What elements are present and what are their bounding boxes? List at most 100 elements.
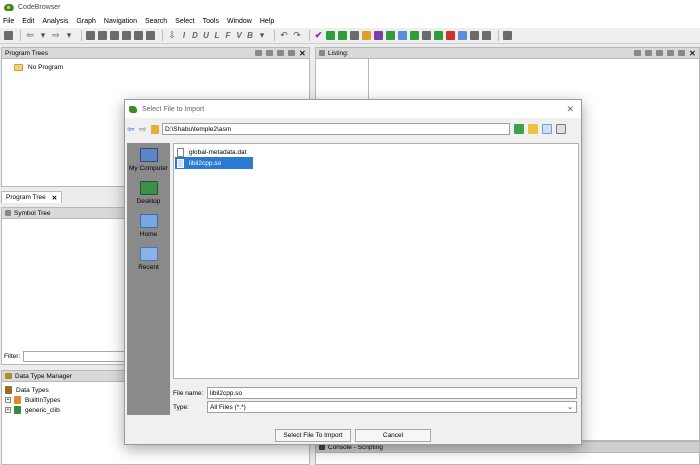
menu-search[interactable]: Search xyxy=(145,18,167,25)
panel-title: Data Type Manager xyxy=(15,372,72,380)
create-tree-icon[interactable] xyxy=(255,50,262,56)
archive-icon xyxy=(14,396,21,404)
menu-analysis[interactable]: Analysis xyxy=(42,18,68,25)
snapshot-icon[interactable] xyxy=(667,50,674,56)
navigate-bookmark-icon[interactable] xyxy=(146,31,155,40)
place-label: My Computer xyxy=(128,165,168,172)
bookmark-glyph-icon[interactable]: B xyxy=(246,31,254,40)
options-icon[interactable] xyxy=(503,31,512,40)
redo-icon[interactable]: ↷ xyxy=(292,31,302,40)
filter-label: Filter: xyxy=(4,353,21,360)
new-folder-icon[interactable] xyxy=(528,124,538,134)
undefined-glyph-icon[interactable]: U xyxy=(202,31,210,40)
toolbar-separator xyxy=(274,30,275,41)
snapshot-icon[interactable] xyxy=(277,50,284,56)
bookmarks-icon[interactable] xyxy=(362,31,371,40)
place-recent[interactable]: Recent xyxy=(127,247,170,271)
function-call-graph-icon[interactable] xyxy=(386,31,395,40)
window-title: CodeBrowser xyxy=(18,4,61,11)
panel-menu-icon[interactable] xyxy=(678,50,685,56)
menu-edit[interactable]: Edit xyxy=(22,18,34,25)
chevron-down-icon[interactable]: ▾ xyxy=(38,31,48,40)
back-icon[interactable]: ⇦ xyxy=(25,31,35,40)
menu-help[interactable]: Help xyxy=(260,18,274,25)
place-home[interactable]: Home xyxy=(127,214,170,238)
tree-item-builtintypes[interactable]: + BuiltInTypes xyxy=(5,396,60,404)
file-name-input[interactable]: libil2cpp.so xyxy=(207,387,577,399)
panel-menu-icon[interactable] xyxy=(288,50,295,56)
navigate-data-icon[interactable] xyxy=(122,31,131,40)
menu-select[interactable]: Select xyxy=(175,18,194,25)
cancel-button[interactable]: Cancel xyxy=(355,429,431,442)
list-view-icon[interactable] xyxy=(542,124,552,134)
chevron-down-icon[interactable]: ▾ xyxy=(257,31,267,40)
navigate-function-icon[interactable] xyxy=(98,31,107,40)
data-glyph-icon[interactable]: D xyxy=(191,31,199,40)
refresh-icon[interactable] xyxy=(514,124,524,134)
file-item-selected[interactable]: libil2cpp.so xyxy=(175,157,253,169)
undo-icon[interactable]: ↶ xyxy=(279,31,289,40)
close-icon[interactable]: ✕ xyxy=(566,104,574,115)
decompiler-icon[interactable] xyxy=(326,31,335,40)
place-label: Desktop xyxy=(136,198,161,205)
clear-icon[interactable] xyxy=(470,31,479,40)
tab-program-tree[interactable]: Program Tree ✕ xyxy=(1,191,63,203)
tree-root[interactable]: No Program xyxy=(14,64,63,71)
details-view-icon[interactable] xyxy=(556,124,566,134)
navigate-instruction-icon[interactable] xyxy=(110,31,119,40)
save-icon[interactable] xyxy=(4,31,13,40)
expand-icon[interactable]: + xyxy=(5,407,11,413)
up-folder-icon[interactable] xyxy=(151,124,159,134)
menu-file[interactable]: File xyxy=(3,18,14,25)
tree-root[interactable]: Data Types xyxy=(5,386,49,394)
forward-icon[interactable]: ⇨ xyxy=(51,31,61,40)
symbol-tree-icon xyxy=(5,210,11,216)
toolbar-separator xyxy=(162,30,163,41)
memory-map-icon[interactable] xyxy=(350,31,359,40)
function-graph-icon[interactable] xyxy=(374,31,383,40)
place-desktop[interactable]: Desktop xyxy=(127,181,170,205)
value-glyph-icon[interactable]: V xyxy=(235,31,243,40)
cursor-icon[interactable] xyxy=(634,50,641,56)
debugger-icon[interactable] xyxy=(434,31,443,40)
console-icon[interactable] xyxy=(422,31,431,40)
menu-graph[interactable]: Graph xyxy=(76,18,95,25)
instruction-glyph-icon[interactable]: I xyxy=(180,31,188,40)
menu-navigation[interactable]: Navigation xyxy=(104,18,137,25)
tree-item-generic-clib[interactable]: + generic_clib xyxy=(5,406,60,414)
place-my-computer[interactable]: My Computer xyxy=(127,148,170,172)
close-icon[interactable]: ✕ xyxy=(689,50,696,58)
select-file-button[interactable]: Select File To Import xyxy=(275,429,351,442)
data-type-preview-icon[interactable] xyxy=(458,31,467,40)
label-glyph-icon[interactable]: L xyxy=(213,31,221,40)
recent-icon xyxy=(139,247,158,261)
navigate-down-icon[interactable]: ⇩ xyxy=(167,31,177,40)
chevron-down-icon[interactable]: ▾ xyxy=(64,31,74,40)
run-script-icon[interactable] xyxy=(410,31,419,40)
navigate-undefined-icon[interactable] xyxy=(134,31,143,40)
file-type-row: Type: All Files (*.*) ⌄ xyxy=(173,401,579,413)
file-type-select[interactable]: All Files (*.*) ⌄ xyxy=(207,401,577,413)
program-trees-header: Program Trees ✕ xyxy=(2,48,309,59)
window-title-bar: CodeBrowser xyxy=(0,0,700,15)
home-icon[interactable] xyxy=(482,31,491,40)
open-tree-icon[interactable] xyxy=(266,50,273,56)
close-icon[interactable]: ✕ xyxy=(299,50,306,58)
close-icon[interactable]: ✕ xyxy=(52,194,57,202)
menu-window[interactable]: Window xyxy=(227,18,252,25)
navigate-label-icon[interactable] xyxy=(86,31,95,40)
forward-icon[interactable]: ⇨ xyxy=(139,124,149,134)
check-icon[interactable]: ✔ xyxy=(314,31,323,40)
toggle-icon[interactable] xyxy=(656,50,663,56)
menu-tools[interactable]: Tools xyxy=(203,18,219,25)
diff-icon[interactable] xyxy=(446,31,455,40)
tree-item-label: generic_clib xyxy=(25,406,60,414)
symbol-references-icon[interactable] xyxy=(398,31,407,40)
expand-icon[interactable]: + xyxy=(5,397,11,403)
edit-fields-icon[interactable] xyxy=(645,50,652,56)
function-glyph-icon[interactable]: F xyxy=(224,31,232,40)
script-manager-icon[interactable] xyxy=(338,31,347,40)
places-sidebar: My Computer Desktop Home Recent xyxy=(127,143,170,415)
back-icon[interactable]: ⇦ xyxy=(127,124,137,134)
path-field[interactable]: D:\Shabu\temple2\asm xyxy=(162,123,510,135)
